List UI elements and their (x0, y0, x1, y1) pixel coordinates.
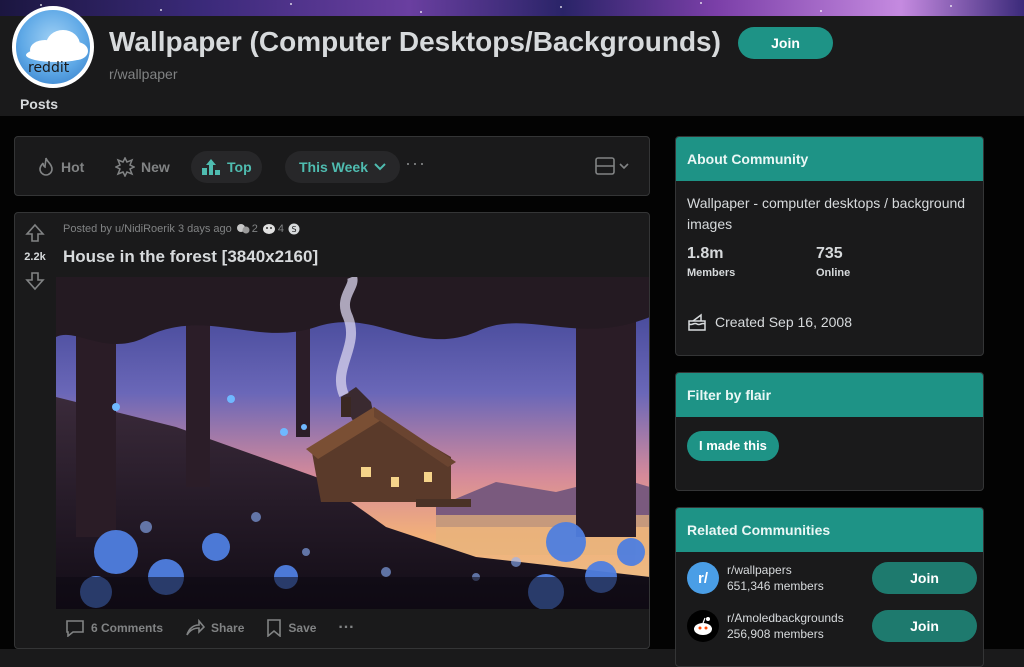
chevron-down-icon (619, 162, 629, 169)
post-meta: Posted by u/NidiRoerik 3 days ago 2 4 S (63, 223, 300, 235)
save-button[interactable]: Save (266, 619, 316, 637)
comment-bubble-icon (66, 620, 84, 637)
created-date: Created Sep 16, 2008 (687, 313, 852, 331)
sort-new[interactable]: New (115, 155, 170, 179)
helpful-award[interactable]: 2 (236, 223, 258, 235)
wholesome-award[interactable]: 4 (262, 223, 284, 235)
join-button[interactable]: Join (738, 27, 833, 59)
members-label: Members (687, 267, 736, 279)
subreddit-r-icon: r/ (687, 562, 719, 594)
share-label: Share (211, 621, 245, 635)
related-community-item[interactable]: r/ r/wallpapers 651,346 members Join (687, 562, 977, 594)
community-avatar: reddit (12, 6, 94, 88)
community-description: Wallpaper - computer desktops / backgrou… (687, 195, 966, 232)
post-author-line[interactable]: Posted by u/NidiRoerik 3 days ago (63, 223, 232, 235)
related-communities-card: Related Communities r/ r/wallpapers 651,… (675, 507, 984, 667)
online-count: 735 (816, 245, 843, 262)
sort-new-label: New (141, 159, 170, 175)
community-title: Wallpaper (Computer Desktops/Backgrounds… (109, 26, 721, 57)
post-more-options-icon[interactable]: ··· (338, 619, 354, 637)
bookmark-icon (267, 619, 282, 637)
more-sort-options-icon[interactable]: ··· (405, 153, 426, 174)
silver-award[interactable]: S (288, 223, 300, 235)
avatar-wordmark: reddit (28, 60, 70, 76)
sort-bar: Hot New Top This Week ··· (14, 136, 650, 196)
community-header: reddit Wallpaper (Computer Desktops/Back… (0, 6, 1024, 121)
related-community-members: 256,908 members (727, 627, 824, 641)
wholesome-award-count: 4 (277, 223, 285, 235)
created-date-text: Created Sep 16, 2008 (715, 314, 852, 330)
post-actions: 6 Comments Share Save ··· (65, 619, 354, 637)
vote-count: 2.2k (24, 251, 46, 263)
share-arrow-icon (186, 619, 206, 636)
filter-by-flair-card: Filter by flair I made this (675, 372, 984, 491)
sort-hot-label: Hot (61, 159, 85, 175)
post-card[interactable]: 2.2k Posted by u/NidiRoerik 3 days ago 2… (14, 212, 650, 649)
helpful-award-icon (236, 224, 250, 234)
chevron-down-icon (374, 163, 386, 171)
sort-hot[interactable]: Hot (37, 155, 84, 179)
community-banner (0, 0, 1024, 16)
related-join-button[interactable]: Join (872, 610, 977, 642)
post-title[interactable]: House in the forest [3840x2160] (63, 247, 318, 267)
online-label: Online (816, 267, 851, 279)
filter-by-flair-header: Filter by flair (676, 373, 983, 417)
flame-icon (39, 157, 53, 176)
time-range-select[interactable]: This Week (285, 151, 400, 183)
sort-top[interactable]: Top (191, 151, 262, 183)
related-join-button[interactable]: Join (872, 562, 977, 594)
share-button[interactable]: Share (185, 619, 244, 637)
online-stat: 735 Online (816, 245, 850, 279)
save-label: Save (288, 621, 317, 635)
sort-top-label: Top (227, 159, 252, 175)
community-name: r/wallpaper (109, 66, 178, 82)
downvote-arrow-icon[interactable] (25, 271, 45, 291)
flair-i-made-this[interactable]: I made this (687, 431, 779, 461)
related-community-name[interactable]: r/Amoledbackgrounds (727, 611, 872, 625)
related-community-item[interactable]: r/Amoledbackgrounds 256,908 members Join (687, 610, 977, 642)
top-chart-icon (202, 159, 220, 175)
helpful-award-count: 2 (251, 223, 258, 235)
members-stat: 1.8m Members (687, 245, 735, 279)
about-community-card: About Community Wallpaper - computer des… (675, 136, 984, 356)
svg-text:S: S (291, 225, 296, 234)
silver-award-icon: S (288, 223, 300, 235)
comments-label: 6 Comments (91, 621, 164, 635)
time-range-label: This Week (299, 159, 368, 175)
related-community-name[interactable]: r/wallpapers (727, 563, 872, 577)
cake-icon (688, 313, 706, 331)
starburst-icon (115, 157, 135, 177)
members-count: 1.8m (687, 245, 724, 262)
view-mode-toggle[interactable] (595, 157, 629, 175)
snoo-icon (687, 610, 719, 642)
related-community-members: 651,346 members (727, 579, 824, 593)
post-image[interactable] (56, 277, 649, 609)
upvote-arrow-icon[interactable] (25, 223, 45, 243)
comments-button[interactable]: 6 Comments (65, 619, 163, 637)
vote-column: 2.2k (15, 213, 55, 648)
about-community-header: About Community (676, 137, 983, 181)
forest-house-illustration (56, 277, 649, 609)
wholesome-award-icon (262, 224, 275, 234)
card-view-icon (595, 157, 615, 175)
related-communities-header: Related Communities (676, 508, 983, 552)
